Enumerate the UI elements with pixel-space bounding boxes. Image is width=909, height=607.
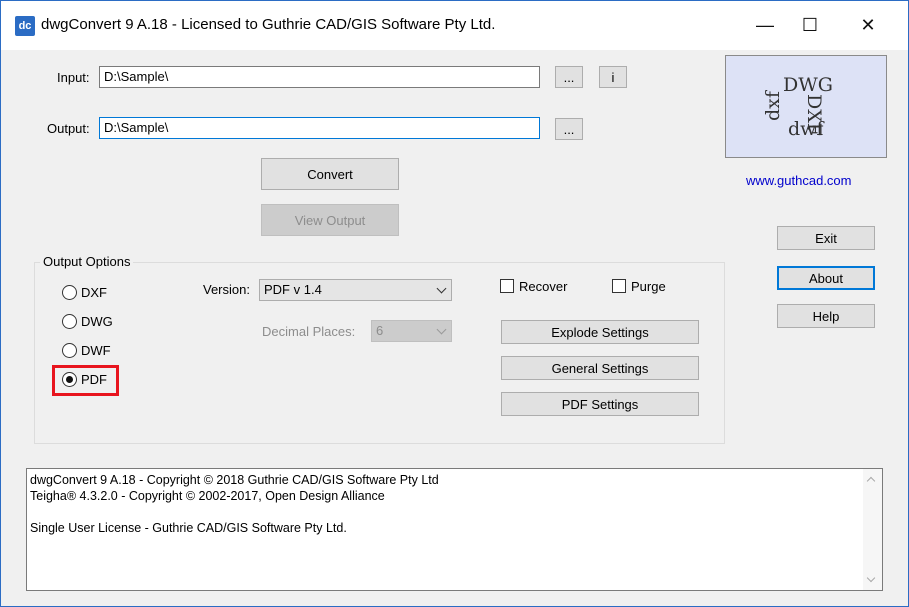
- checkbox-box[interactable]: [612, 279, 626, 293]
- output-browse-button[interactable]: ...: [555, 118, 583, 140]
- convert-button[interactable]: Convert: [261, 158, 399, 190]
- window-title: dwgConvert 9 A.18 - Licensed to Guthrie …: [41, 16, 496, 33]
- scroll-up-icon[interactable]: [866, 476, 876, 486]
- recover-label: Recover: [519, 279, 568, 294]
- output-options-title: Output Options: [40, 254, 134, 269]
- input-browse-button[interactable]: ...: [555, 66, 583, 88]
- pdf-highlight-box: [52, 365, 119, 396]
- help-button[interactable]: Help: [777, 304, 875, 328]
- purge-label: Purge: [631, 279, 666, 294]
- maximize-button[interactable]: ☐: [781, 0, 839, 50]
- checkbox-box[interactable]: [500, 279, 514, 293]
- logo-dwf-text: dwf: [788, 118, 824, 140]
- log-line: Single User License - Guthrie CAD/GIS So…: [30, 521, 347, 535]
- chevron-down-icon: [436, 283, 447, 294]
- decimal-places-dropdown[interactable]: 6: [371, 320, 452, 342]
- output-label: Output:: [47, 121, 90, 136]
- format-label-dxf: DXF: [81, 285, 107, 300]
- version-dropdown[interactable]: PDF v 1.4: [259, 279, 452, 301]
- log-line: Teigha® 4.3.2.0 - Copyright © 2002-2017,…: [30, 489, 385, 503]
- explode-settings-button[interactable]: Explode Settings: [501, 320, 699, 344]
- recover-checkbox[interactable]: Recover: [500, 278, 580, 296]
- format-label-dwg: DWG: [81, 314, 113, 329]
- logo-dwg-text: DWG: [783, 74, 833, 96]
- output-path-field[interactable]: D:\Sample\: [99, 117, 540, 139]
- format-label-dwf: DWF: [81, 343, 111, 358]
- app-icon: dc: [15, 16, 35, 36]
- version-value: PDF v 1.4: [264, 282, 322, 297]
- about-button[interactable]: About: [777, 266, 875, 290]
- input-info-button[interactable]: i: [599, 66, 627, 88]
- input-path-field[interactable]: D:\Sample\: [99, 66, 540, 88]
- format-radio-dxf[interactable]: DXF: [62, 284, 142, 302]
- decimal-places-label: Decimal Places:: [262, 324, 356, 339]
- input-label: Input:: [57, 70, 90, 85]
- purge-checkbox[interactable]: Purge: [612, 278, 682, 296]
- log-line: dwgConvert 9 A.18 - Copyright © 2018 Gut…: [30, 473, 439, 487]
- chevron-down-icon: [436, 324, 447, 335]
- format-radio-dwf[interactable]: DWF: [62, 342, 142, 360]
- radio-circle[interactable]: [62, 314, 77, 329]
- general-settings-button[interactable]: General Settings: [501, 356, 699, 380]
- decimal-places-value: 6: [376, 323, 384, 338]
- close-button[interactable]: ✕: [839, 0, 897, 50]
- view-output-button[interactable]: View Output: [261, 204, 399, 236]
- title-bar: dc dwgConvert 9 A.18 - Licensed to Guthr…: [0, 0, 909, 50]
- scroll-down-icon[interactable]: [866, 573, 876, 583]
- exit-button[interactable]: Exit: [777, 226, 875, 250]
- dwg-dxf-logo: DWG DXF dxf dwf: [725, 55, 887, 158]
- pdf-settings-button[interactable]: PDF Settings: [501, 392, 699, 416]
- log-textbox[interactable]: dwgConvert 9 A.18 - Copyright © 2018 Gut…: [26, 468, 883, 591]
- format-radio-dwg[interactable]: DWG: [62, 313, 142, 331]
- log-scrollbar[interactable]: [863, 469, 882, 590]
- website-link[interactable]: www.guthcad.com: [746, 173, 852, 188]
- radio-circle[interactable]: [62, 285, 77, 300]
- radio-circle[interactable]: [62, 343, 77, 358]
- logo-dxf-lower-text: dxf: [762, 91, 784, 121]
- version-label: Version:: [203, 282, 250, 297]
